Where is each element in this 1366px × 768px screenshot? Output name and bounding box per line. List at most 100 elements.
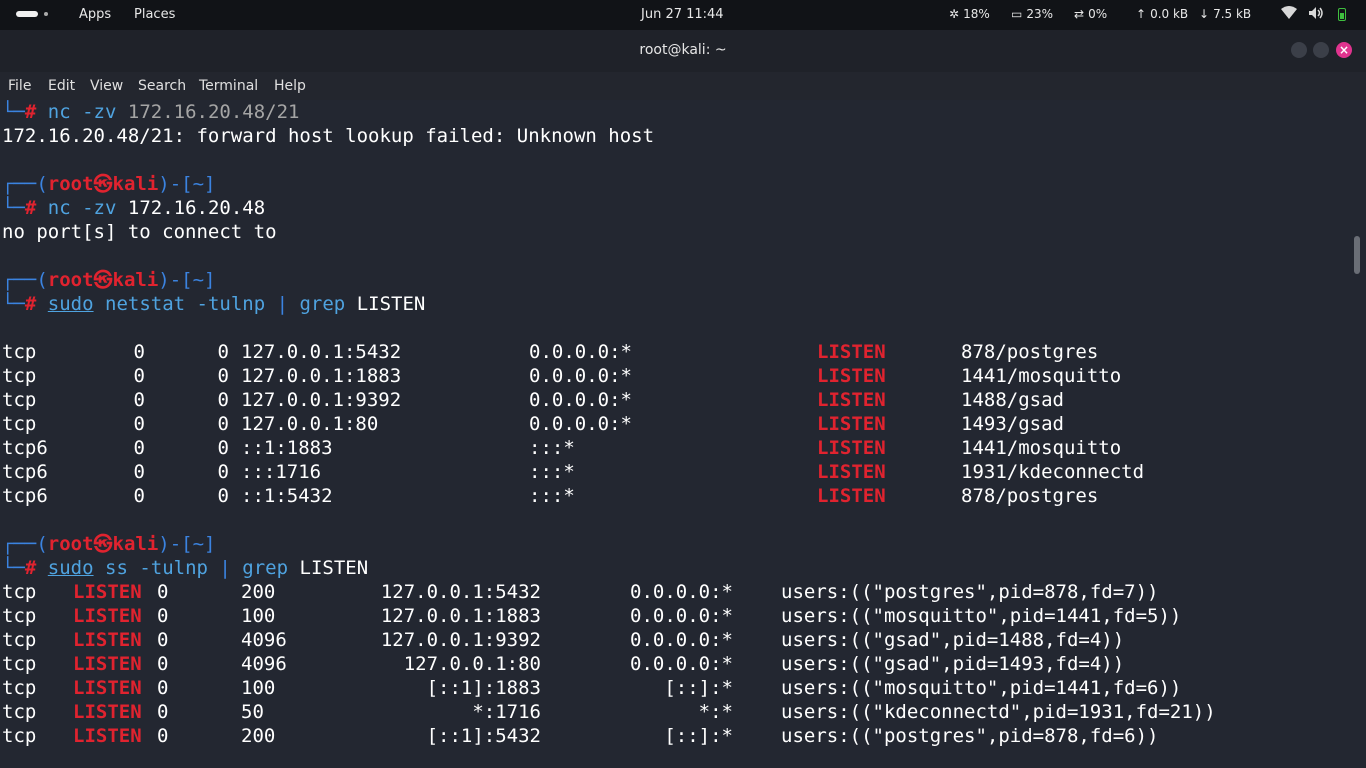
clock[interactable]: Jun 27 11:44 (641, 7, 724, 22)
local-address-cell: 127.0.0.1:80 (403, 653, 541, 675)
program-cell: 878/postgres (961, 485, 1099, 507)
prompt-line: ┌──(root㉿kali)-[~] (2, 533, 216, 555)
swap-monitor[interactable]: ⇄ 0% (1074, 7, 1107, 21)
peer-address-cell: *:* (698, 701, 733, 723)
state-cell: LISTEN (817, 389, 886, 411)
output-line: no port[s] to connect to (2, 221, 277, 243)
recv-q-cell: 0 (157, 701, 169, 723)
prompt-line: ┌──(root㉿kali)-[~] (2, 269, 216, 291)
window-titlebar[interactable]: root@kali: ~ × (0, 30, 1366, 72)
minimize-button[interactable] (1291, 42, 1307, 58)
cpu-icon: ✲ (949, 7, 960, 21)
foreign-address-cell: 0.0.0.0:* (529, 389, 632, 411)
local-address-cell: 127.0.0.1:5432 (380, 581, 541, 603)
peer-address-cell: 0.0.0.0:* (630, 581, 733, 603)
send-q-cell: 4096 (241, 653, 287, 675)
local-address-cell: 127.0.0.1:9392 (241, 389, 402, 411)
send-q-cell: 50 (241, 701, 264, 723)
menubar: File Edit View Search Terminal Help (0, 72, 1366, 100)
peer-address-cell: 0.0.0.0:* (630, 605, 733, 627)
terminal-output[interactable]: └─# nc -zv 172.16.20.48/21 172.16.20.48/… (0, 100, 1366, 768)
wifi-icon[interactable] (1281, 6, 1297, 24)
foreign-address-cell: 0.0.0.0:* (529, 365, 632, 387)
proto-cell: tcp (2, 365, 37, 387)
command-line: └─# sudo ss -tulnp | grep LISTEN (2, 557, 369, 579)
state-cell: LISTEN (817, 485, 886, 507)
recv-q-cell: 0 (133, 461, 145, 483)
close-button[interactable]: × (1336, 42, 1352, 58)
foreign-address-cell: :::* (529, 485, 575, 507)
program-cell: 1441/mosquitto (961, 365, 1122, 387)
net-download-monitor[interactable]: ↓ 7.5 kB (1199, 7, 1251, 21)
menu-edit[interactable]: Edit (48, 78, 75, 94)
output-line: 172.16.20.48/21: forward host lookup fai… (2, 125, 655, 147)
state-cell: LISTEN (817, 413, 886, 435)
foreign-address-cell: :::* (529, 437, 575, 459)
netid-cell: tcp (2, 629, 37, 651)
send-q-cell: 0 (217, 341, 229, 363)
process-cell: users:(("postgres",pid=878,fd=6)) (781, 725, 1159, 747)
volume-icon[interactable] (1308, 6, 1324, 24)
proto-cell: tcp6 (2, 461, 48, 483)
program-cell: 1488/gsad (961, 389, 1064, 411)
local-address-cell: :::1716 (241, 461, 322, 483)
send-q-cell: 100 (241, 677, 276, 699)
recv-q-cell: 0 (133, 341, 145, 363)
state-cell: LISTEN (73, 677, 142, 699)
program-cell: 1931/kdeconnectd (961, 461, 1145, 483)
peer-address-cell: 0.0.0.0:* (630, 629, 733, 651)
process-cell: users:(("mosquitto",pid=1441,fd=6)) (781, 677, 1182, 699)
recv-q-cell: 0 (157, 677, 169, 699)
process-cell: users:(("gsad",pid=1493,fd=4)) (781, 653, 1125, 675)
netid-cell: tcp (2, 605, 37, 627)
process-cell: users:(("mosquitto",pid=1441,fd=5)) (781, 605, 1182, 627)
arrow-up-icon: ↑ (1136, 7, 1147, 21)
recv-q-cell: 0 (157, 629, 169, 651)
net-upload-monitor[interactable]: ↑ 0.0 kB (1136, 7, 1188, 21)
scrollbar-thumb[interactable] (1354, 236, 1360, 274)
activities-icon[interactable] (16, 10, 48, 18)
command-line: └─# nc -zv 172.16.20.48 (2, 197, 266, 219)
menu-help[interactable]: Help (274, 78, 306, 94)
state-cell: LISTEN (817, 341, 886, 363)
maximize-button[interactable] (1313, 42, 1329, 58)
state-cell: LISTEN (73, 653, 142, 675)
process-cell: users:(("postgres",pid=878,fd=7)) (781, 581, 1159, 603)
foreign-address-cell: :::* (529, 461, 575, 483)
netid-cell: tcp (2, 701, 37, 723)
foreign-address-cell: 0.0.0.0:* (529, 341, 632, 363)
send-q-cell: 0 (217, 365, 229, 387)
proto-cell: tcp (2, 341, 37, 363)
recv-q-cell: 0 (133, 389, 145, 411)
swap-icon: ⇄ (1074, 7, 1085, 21)
state-cell: LISTEN (73, 605, 142, 627)
local-address-cell: *:1716 (472, 701, 541, 723)
state-cell: LISTEN (73, 581, 142, 603)
cpu-monitor[interactable]: ✲ 18% (949, 7, 990, 21)
local-address-cell: [::1]:1883 (426, 677, 541, 699)
local-address-cell: 127.0.0.1:80 (241, 413, 379, 435)
places-menu[interactable]: Places (134, 7, 175, 22)
prompt-line: ┌──(root㉿kali)-[~] (2, 173, 216, 195)
state-cell: LISTEN (817, 365, 886, 387)
peer-address-cell: [::]:* (664, 725, 733, 747)
menu-search[interactable]: Search (138, 78, 186, 94)
peer-address-cell: [::]:* (664, 677, 733, 699)
menu-file[interactable]: File (8, 78, 31, 94)
apps-menu[interactable]: Apps (79, 7, 111, 22)
local-address-cell: [::1]:5432 (426, 725, 541, 747)
send-q-cell: 4096 (241, 629, 287, 651)
recv-q-cell: 0 (157, 581, 169, 603)
recv-q-cell: 0 (157, 725, 169, 747)
proto-cell: tcp (2, 413, 37, 435)
state-cell: LISTEN (817, 461, 886, 483)
battery-icon[interactable] (1338, 8, 1346, 21)
command-line: └─# nc -zv 172.16.20.48/21 (2, 101, 300, 123)
foreign-address-cell: 0.0.0.0:* (529, 413, 632, 435)
send-q-cell: 0 (217, 461, 229, 483)
proto-cell: tcp6 (2, 437, 48, 459)
send-q-cell: 200 (241, 725, 276, 747)
menu-terminal[interactable]: Terminal (199, 78, 258, 94)
memory-monitor[interactable]: ▭ 23% (1011, 7, 1053, 21)
menu-view[interactable]: View (90, 78, 123, 94)
